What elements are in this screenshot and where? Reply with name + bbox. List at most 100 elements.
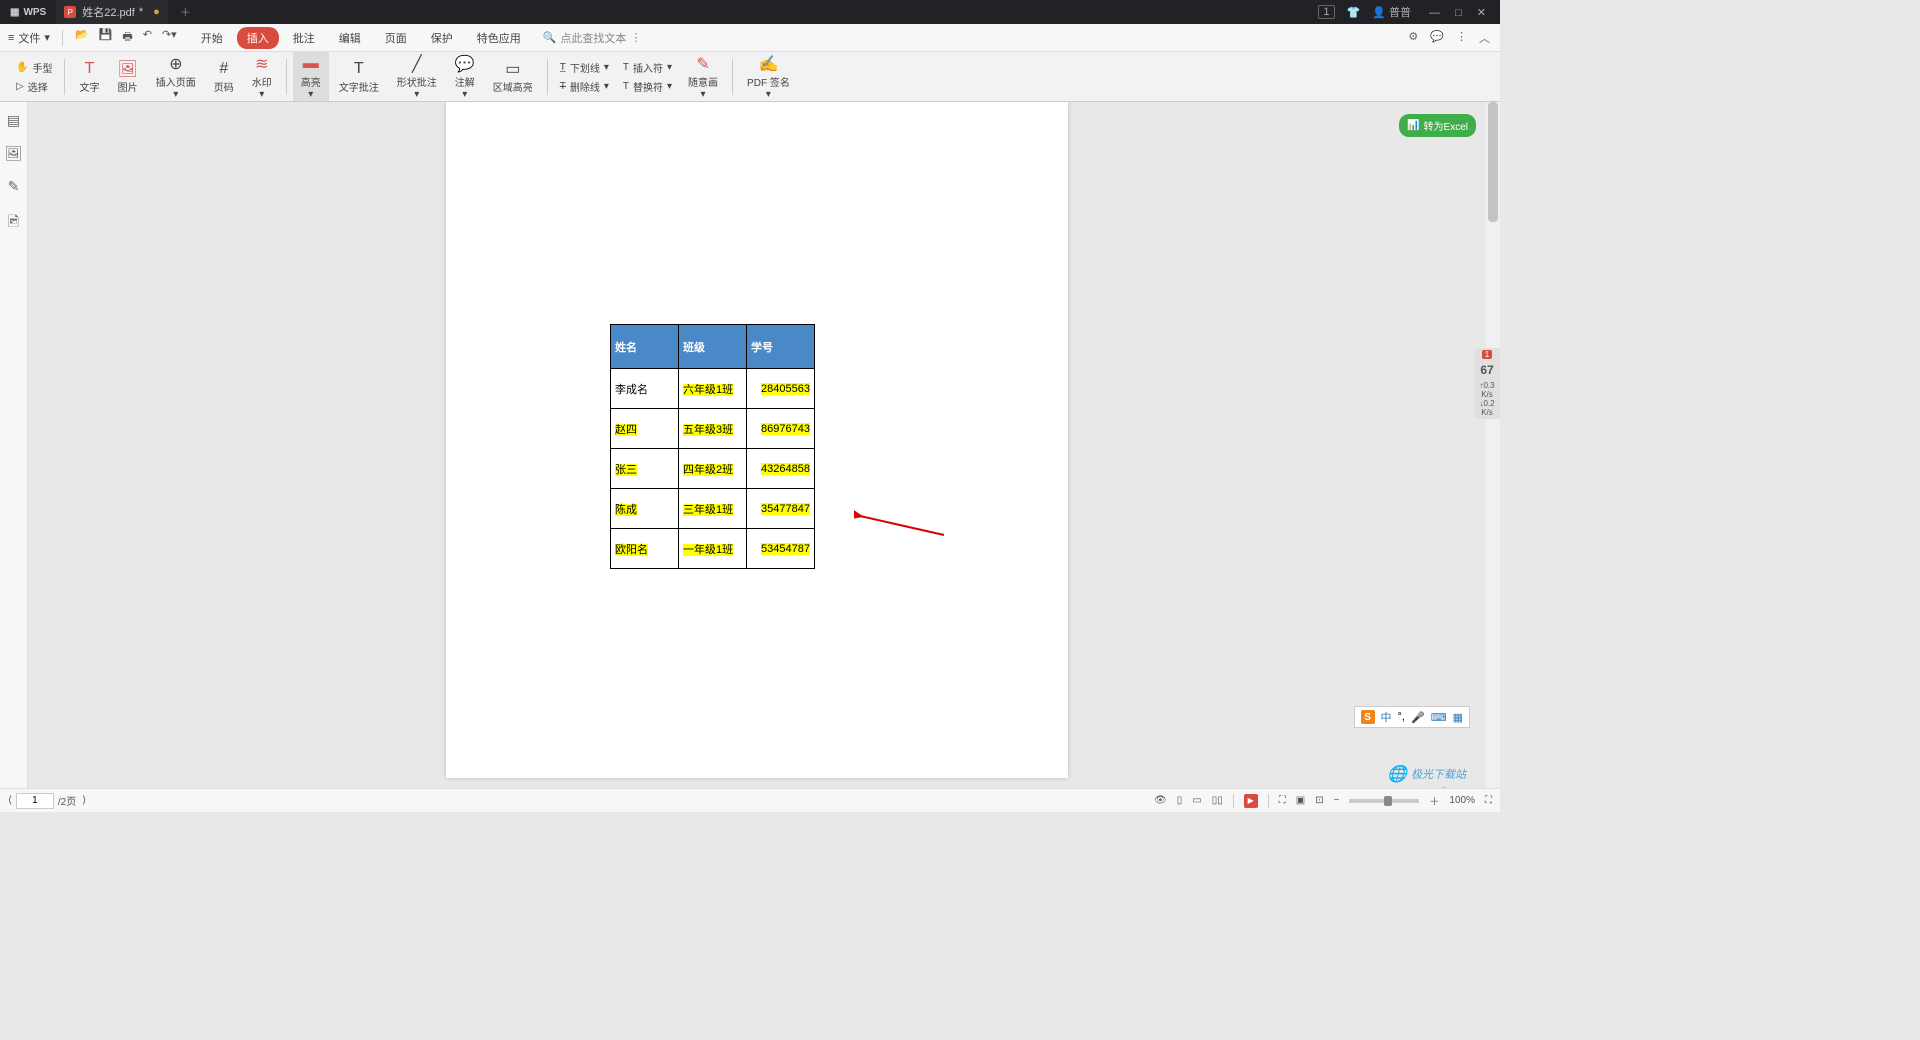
ime-keyboard-icon[interactable]: ⌨ xyxy=(1431,711,1447,724)
close-button[interactable]: ✕ xyxy=(1471,7,1492,19)
notification-badge[interactable]: 1 xyxy=(1318,5,1334,19)
insert-image[interactable]: 🖼图片 xyxy=(109,52,145,101)
tab-page[interactable]: 页面 xyxy=(375,27,417,49)
select-tool[interactable]: ▷ 选择 xyxy=(16,79,52,94)
pdf-page: 姓名 班级 学号 李成名 六年级1班 28405563 赵四 五年级3班 869… xyxy=(446,102,1068,778)
fullscreen-icon[interactable]: ⛶ xyxy=(1485,795,1492,806)
open-icon[interactable]: 📂 xyxy=(75,28,89,47)
tab-annotate[interactable]: 批注 xyxy=(283,27,325,49)
hand-tool[interactable]: ✋ 手型 xyxy=(16,60,52,75)
cell-name: 陈成 xyxy=(615,504,637,516)
highlight-btn[interactable]: ▬高亮▾ xyxy=(293,52,329,101)
user-avatar[interactable]: 👤 普普 xyxy=(1372,4,1411,20)
cell-id: 43264858 xyxy=(761,463,810,475)
text-annotation[interactable]: T文字批注 xyxy=(331,52,387,101)
cell-name: 赵四 xyxy=(615,424,637,436)
replace-btn[interactable]: T 替换符 ▾ xyxy=(623,79,672,94)
vertical-scrollbar[interactable] xyxy=(1486,102,1500,788)
minimize-button[interactable]: — xyxy=(1423,7,1446,19)
network-meter[interactable]: 1 67 ↑0.3K/s ↓0.2K/s xyxy=(1474,348,1500,419)
record-icon[interactable]: ▶ xyxy=(1244,794,1258,808)
fit-page-icon[interactable]: ▣ xyxy=(1296,795,1305,806)
attachments-icon[interactable]: 🖻 xyxy=(8,211,19,235)
tab-start[interactable]: 开始 xyxy=(191,27,233,49)
ime-grid-icon[interactable]: ▦ xyxy=(1453,711,1463,724)
cell-id: 35477847 xyxy=(761,503,810,515)
table-row: 陈成 三年级1班 35477847 xyxy=(611,489,815,529)
print-icon[interactable]: 🖶 xyxy=(122,28,132,47)
underline-btn[interactable]: T̲ 下划线 ▾ xyxy=(560,60,609,75)
globe-icon: 🌐 xyxy=(1387,764,1407,784)
tab-edit[interactable]: 编辑 xyxy=(329,27,371,49)
redo-icon[interactable]: ↷▾ xyxy=(162,28,177,47)
scrollbar-thumb[interactable] xyxy=(1488,102,1498,222)
app-name: WPS xyxy=(23,7,46,18)
insert-text[interactable]: T文字 xyxy=(71,52,107,101)
maximize-button[interactable]: □ xyxy=(1449,7,1468,19)
document-tab[interactable]: P 姓名22.pdf * ● xyxy=(56,0,168,24)
page-input[interactable] xyxy=(16,793,54,809)
thumbnails-icon[interactable]: ▤ xyxy=(7,112,20,129)
settings-icon[interactable]: ⚙ xyxy=(1408,30,1418,46)
feedback-icon[interactable]: 💬 xyxy=(1430,30,1444,46)
prev-page-icon[interactable]: ⟨ xyxy=(8,795,12,806)
area-highlight[interactable]: ▭区域高亮 xyxy=(485,52,541,101)
new-tab-button[interactable]: ＋ xyxy=(168,4,203,20)
ime-toolbar[interactable]: S 中 °, 🎤 ⌨ ▦ xyxy=(1354,706,1470,728)
title-bar: ▦ WPS P 姓名22.pdf * ● ＋ 1 👕 👤 普普 — □ ✕ xyxy=(0,0,1500,24)
undo-icon[interactable]: ↶ xyxy=(143,28,152,47)
page-number[interactable]: #页码 xyxy=(206,52,242,101)
save-icon[interactable]: 💾 xyxy=(99,28,113,47)
left-sidebar: ▤ 🖼 ✎ 🖻 xyxy=(0,102,28,788)
actual-size-icon[interactable]: ⊡ xyxy=(1315,795,1323,806)
zoom-out-icon[interactable]: − xyxy=(1334,795,1340,806)
tab-modified-dot: ● xyxy=(153,6,160,18)
zoom-value[interactable]: 100% xyxy=(1449,795,1475,806)
fit-width-icon[interactable]: ⛶ xyxy=(1279,795,1286,806)
watermark-btn[interactable]: ≋水印▾ xyxy=(244,52,280,101)
file-menu[interactable]: ≡ 文件 ▾ xyxy=(0,30,58,46)
cell-class: 四年级2班 xyxy=(683,464,733,476)
menu-bar: ≡ 文件 ▾ 📂 💾 🖶 ↶ ↷▾ 开始 插入 批注 编辑 页面 保护 特色应用… xyxy=(0,24,1500,52)
document-canvas[interactable]: 姓名 班级 学号 李成名 六年级1班 28405563 赵四 五年级3班 869… xyxy=(28,102,1486,788)
zoom-in-icon[interactable]: ＋ xyxy=(1429,793,1439,808)
watermark-brand: 极光下载站 xyxy=(1411,766,1466,782)
two-page-icon[interactable]: ▯▯ xyxy=(1212,795,1223,806)
next-page-icon[interactable]: ⟩ xyxy=(82,795,86,806)
collapse-ribbon-icon[interactable]: ︿ xyxy=(1479,30,1490,46)
page-total: /2页 xyxy=(58,793,76,808)
wps-icon: ▦ xyxy=(10,7,19,18)
pdf-sign-btn[interactable]: ✍PDF 签名▾ xyxy=(739,52,798,101)
tab-special[interactable]: 特色应用 xyxy=(467,27,531,49)
meter-badge: 1 xyxy=(1482,350,1492,359)
tab-insert[interactable]: 插入 xyxy=(237,27,279,49)
shape-annotation[interactable]: ╱形状批注▾ xyxy=(389,52,445,101)
continuous-icon[interactable]: ▯ xyxy=(1177,795,1183,806)
annotations-icon[interactable]: ✎ xyxy=(8,178,20,195)
insert-page[interactable]: ⊕插入页面▾ xyxy=(148,52,204,101)
freehand-btn[interactable]: ✎随意画▾ xyxy=(680,52,726,101)
table-row: 赵四 五年级3班 86976743 xyxy=(611,409,815,449)
zoom-slider[interactable] xyxy=(1349,799,1419,803)
ime-lang[interactable]: 中 xyxy=(1381,709,1392,725)
ime-mic-icon[interactable]: 🎤 xyxy=(1411,711,1425,724)
cell-class: 一年级1班 xyxy=(683,544,733,556)
note-btn[interactable]: 💬注解▾ xyxy=(447,52,483,101)
ime-punct[interactable]: °, xyxy=(1398,711,1405,723)
more-icon[interactable]: ⋮ xyxy=(1456,30,1467,46)
red-arrow-annotation xyxy=(854,510,954,540)
strikethrough-btn[interactable]: T 删除线 ▾ xyxy=(560,79,609,94)
eye-icon[interactable]: 👁 xyxy=(1154,795,1167,806)
col-name: 姓名 xyxy=(611,325,679,369)
skin-icon[interactable]: 👕 xyxy=(1347,6,1361,19)
insert-char-btn[interactable]: T 插入符 ▾ xyxy=(623,60,672,75)
tab-protect[interactable]: 保护 xyxy=(421,27,463,49)
col-id: 学号 xyxy=(747,325,815,369)
search-box[interactable]: 🔍 点此查找文本 ⋮ xyxy=(543,30,642,46)
convert-to-excel-button[interactable]: 📊 转为Excel xyxy=(1399,114,1476,137)
tab-dirty: * xyxy=(139,6,143,18)
data-table: 姓名 班级 学号 李成名 六年级1班 28405563 赵四 五年级3班 869… xyxy=(610,324,815,569)
bookmarks-icon[interactable]: 🖼 xyxy=(5,145,23,162)
search-placeholder: 点此查找文本 xyxy=(560,30,626,46)
single-page-icon[interactable]: ▭ xyxy=(1192,795,1201,806)
